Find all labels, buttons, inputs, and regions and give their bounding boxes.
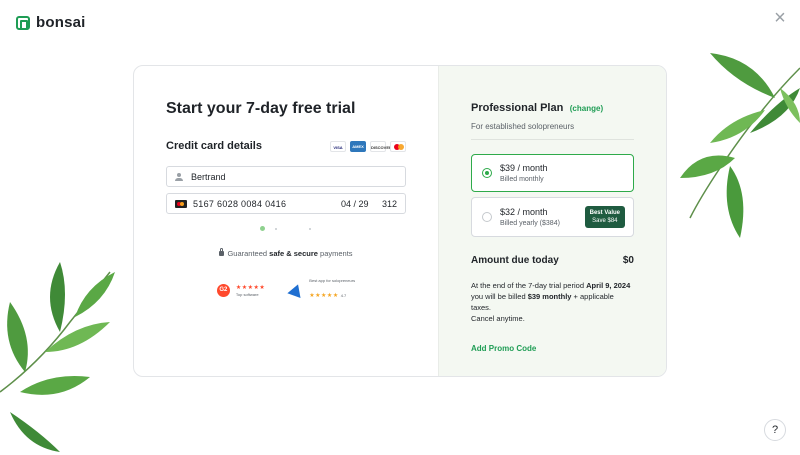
plan-title: Professional Plan [471, 102, 564, 114]
g2-icon: G2 [216, 283, 230, 297]
card-expiry-value[interactable]: 04 / 29 [341, 199, 375, 209]
lock-icon [219, 248, 225, 256]
radio-selected[interactable] [482, 168, 492, 178]
review-badges: G2 ★★★★★ Top software Best app for solop… [166, 278, 406, 302]
savings-label: Save $84 [592, 218, 618, 224]
option-price: $32 / month [500, 207, 548, 217]
bonsai-logo-icon [16, 15, 30, 30]
g2-badge: G2 ★★★★★ Top software [216, 278, 266, 302]
mastercard-icon [175, 199, 187, 208]
capterra-caption: Best app for solopreneurs [309, 278, 356, 283]
payment-panel: Start your 7-day free trial Credit card … [134, 66, 438, 376]
divider [471, 139, 634, 140]
change-plan-link[interactable]: (change) [570, 104, 603, 113]
amex-icon: AMEX [350, 140, 366, 152]
add-promo-code-link[interactable]: Add Promo Code [471, 344, 634, 353]
card-cvc-value[interactable]: 312 [375, 199, 397, 209]
capterra-icon [287, 281, 305, 299]
visa-icon: VISA [330, 140, 346, 152]
plan-option-monthly[interactable]: $39 / month Billed monthly [471, 154, 634, 192]
trial-signup-card: Start your 7-day free trial Credit card … [133, 65, 667, 377]
g2-caption: Top software [235, 291, 259, 297]
billed-amount: $39 monthly [527, 292, 572, 301]
capterra-badge: Best app for solopreneurs ★★★★★ 4.7 [287, 278, 356, 302]
secure-payments-note: Guaranteed safe & secure payments [166, 248, 406, 258]
plan-subtitle: For established solopreneurs [471, 122, 575, 131]
cardholder-name-value: Bertrand [191, 171, 226, 182]
best-value-label: Best Value [589, 210, 620, 216]
option-billing: Billed yearly ($384) [500, 220, 560, 227]
note-text: you will be billed [471, 292, 528, 301]
leaves-decoration-left [0, 262, 115, 452]
page-title: Start your 7-day free trial [166, 100, 356, 117]
credit-card-label: Credit card details [166, 140, 262, 152]
discover-icon: DISCOVER [370, 140, 392, 152]
person-icon [175, 172, 183, 181]
credit-card-header: Credit card details VISA AMEX DISCOVER [166, 140, 406, 152]
plan-panel: Professional Plan (change) For establish… [438, 66, 666, 376]
option-price: $39 / month [500, 163, 548, 173]
g2-stars: ★★★★★ [235, 284, 266, 291]
card-number-field[interactable]: 5167 6028 0084 0416 04 / 29 312 [166, 193, 406, 214]
carousel-dots [166, 226, 406, 231]
radio-unselected[interactable] [482, 212, 492, 222]
billing-note: At the end of the 7-day trial period Apr… [471, 280, 634, 324]
plan-option-yearly[interactable]: $32 / month Billed yearly ($384) Best Va… [471, 197, 634, 237]
secure-prefix: Guaranteed [227, 249, 270, 258]
mastercard-icon [390, 140, 406, 152]
leaves-decoration-right [680, 53, 800, 238]
brand-name: bonsai [36, 14, 86, 31]
card-number-value[interactable]: 5167 6028 0084 0416 [193, 199, 341, 209]
cardholder-name-field[interactable]: Bertrand [166, 166, 406, 187]
carousel-dot[interactable] [275, 227, 277, 230]
amount-due-row: Amount due today $0 [471, 255, 634, 266]
trial-end-date: April 9, 2024 [586, 281, 631, 290]
card-brand-logos: VISA AMEX DISCOVER [330, 140, 406, 152]
secure-bold: safe & secure [269, 249, 318, 258]
amount-due-label: Amount due today [471, 255, 559, 266]
help-button[interactable]: ? [764, 419, 786, 441]
note-text: At the end of the 7-day trial period [471, 281, 587, 290]
close-icon[interactable]: × [770, 8, 790, 28]
capterra-stars: ★★★★★ [309, 293, 339, 299]
amount-due-value: $0 [622, 255, 634, 266]
secure-suffix: payments [317, 249, 353, 258]
carousel-dot[interactable] [260, 226, 265, 231]
option-billing: Billed monthly [500, 176, 544, 183]
cancel-note: Cancel anytime. [471, 314, 525, 323]
capterra-rating: 4.7 [340, 293, 347, 298]
carousel-dot[interactable] [309, 227, 311, 230]
best-value-badge: Best Value Save $84 [584, 206, 625, 228]
bonsai-logo[interactable]: bonsai [16, 14, 86, 31]
